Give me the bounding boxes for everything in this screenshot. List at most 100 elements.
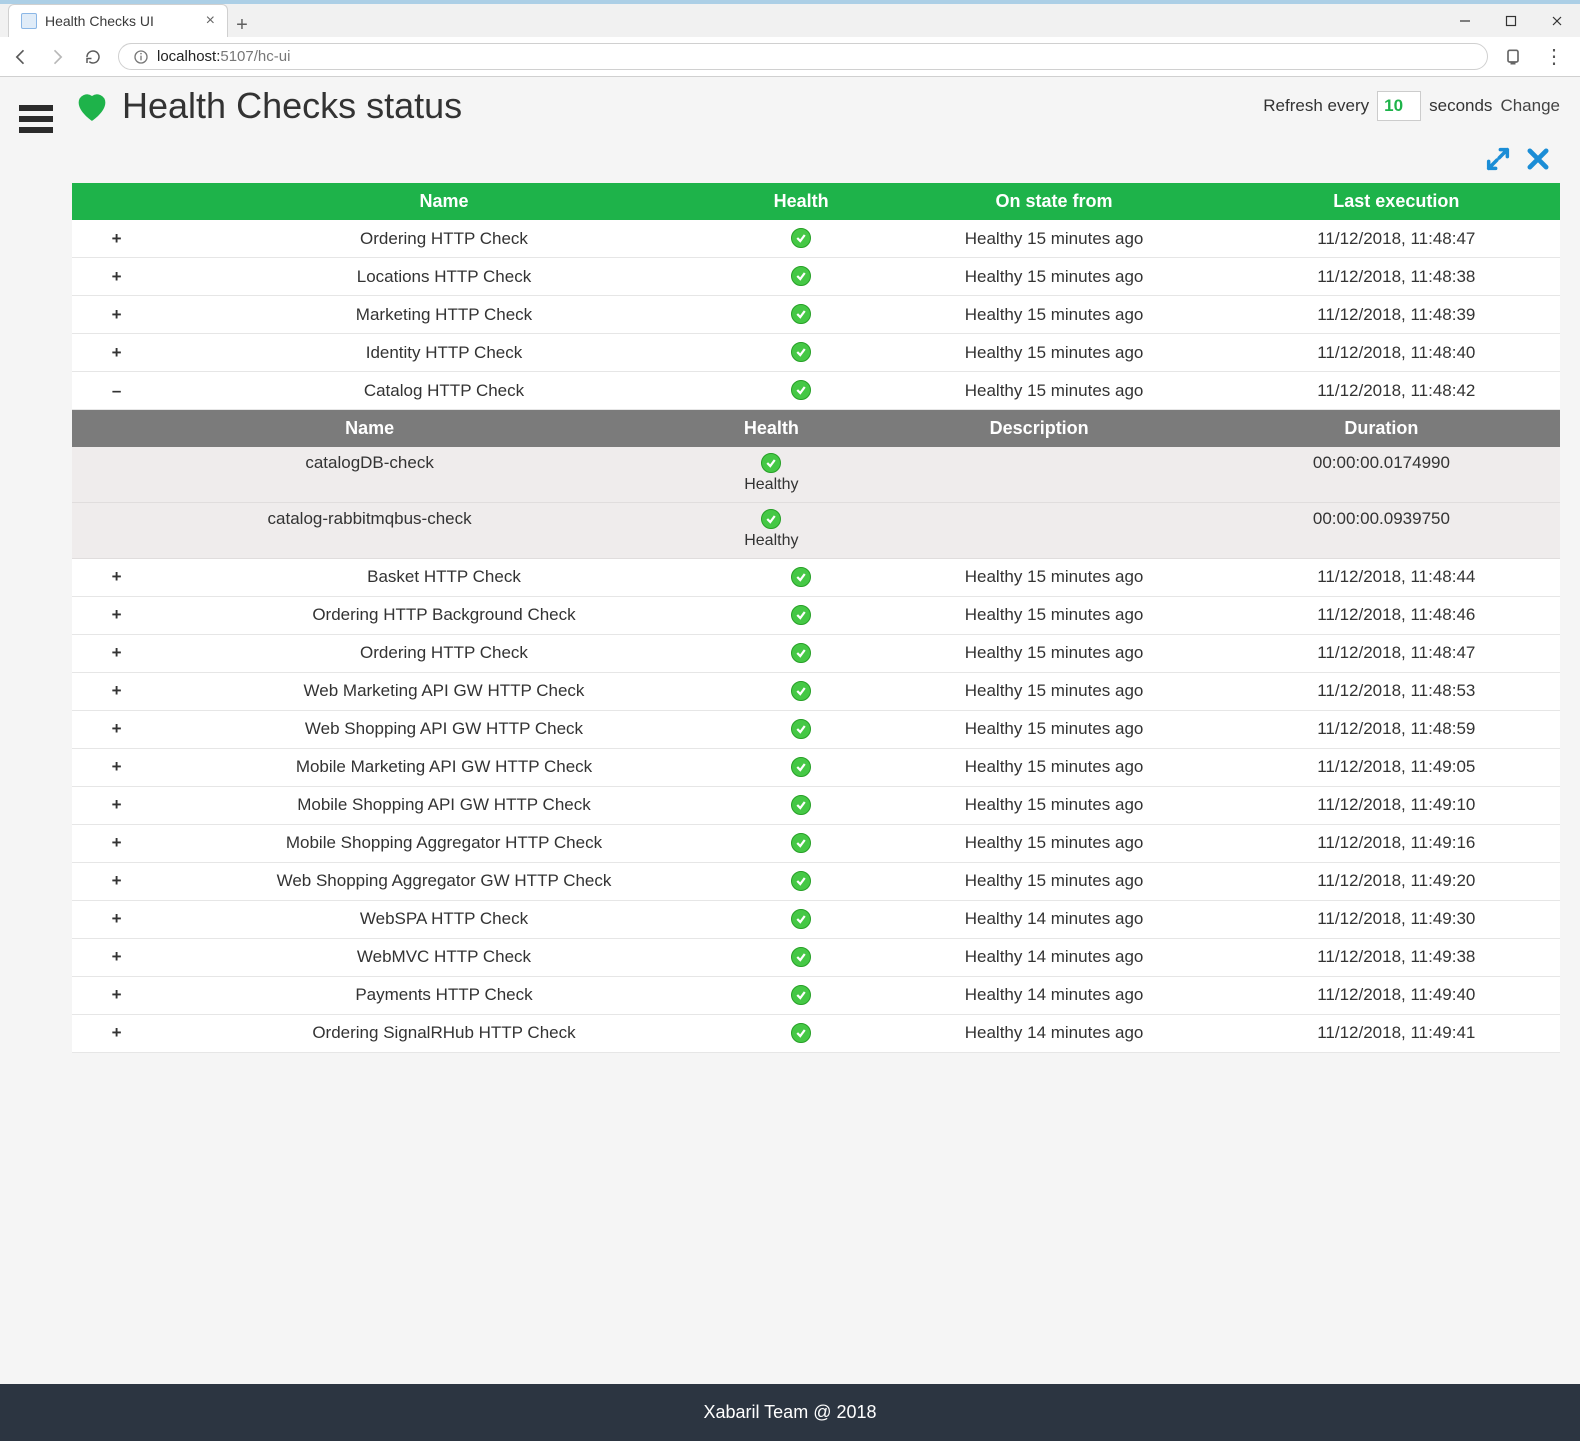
row-name: Web Shopping Aggregator GW HTTP Check	[161, 862, 726, 900]
table-row: +Ordering SignalRHub HTTP CheckHealthy 1…	[72, 1014, 1560, 1052]
window-maximize-button[interactable]	[1488, 5, 1534, 37]
row-health	[727, 258, 876, 296]
titlebar: Health Checks UI × +	[0, 0, 1580, 37]
healthy-icon	[791, 1023, 811, 1043]
expand-toggle[interactable]: –	[72, 372, 161, 410]
refresh-interval-input[interactable]	[1377, 91, 1421, 121]
forward-button[interactable]	[46, 46, 68, 68]
row-last: 11/12/2018, 11:48:39	[1233, 296, 1560, 334]
row-health	[727, 862, 876, 900]
row-last: 11/12/2018, 11:49:05	[1233, 748, 1560, 786]
row-health	[727, 1014, 876, 1052]
row-last: 11/12/2018, 11:48:59	[1233, 710, 1560, 748]
table-row: +Payments HTTP CheckHealthy 14 minutes a…	[72, 976, 1560, 1014]
row-state: Healthy 15 minutes ago	[876, 559, 1233, 597]
healthy-icon	[791, 643, 811, 663]
row-state: Healthy 15 minutes ago	[876, 258, 1233, 296]
sub-table-header: NameHealthDescriptionDuration	[72, 410, 1560, 447]
row-state: Healthy 15 minutes ago	[876, 824, 1233, 862]
url-path: 5107/hc-ui	[220, 48, 290, 65]
expand-toggle[interactable]: +	[72, 824, 161, 862]
expand-toggle[interactable]: +	[72, 296, 161, 334]
row-name: Mobile Shopping Aggregator HTTP Check	[161, 824, 726, 862]
expand-toggle[interactable]: +	[72, 748, 161, 786]
expand-toggle[interactable]: +	[72, 634, 161, 672]
refresh-label: Refresh every	[1263, 96, 1369, 116]
back-button[interactable]	[10, 46, 32, 68]
address-bar[interactable]: localhost:5107/hc-ui	[118, 43, 1488, 70]
expand-toggle[interactable]: +	[72, 710, 161, 748]
browser-menu-button[interactable]: ⋮	[1538, 44, 1570, 69]
favicon-icon	[21, 13, 37, 29]
row-name: WebMVC HTTP Check	[161, 938, 726, 976]
browser-chrome: Health Checks UI × + localhost:5107/hc-u…	[0, 0, 1580, 77]
expand-toggle[interactable]: +	[72, 596, 161, 634]
row-health	[727, 938, 876, 976]
sub-row-description	[876, 447, 1203, 502]
sub-row-name: catalog-rabbitmqbus-check	[72, 502, 667, 558]
healthy-icon	[791, 304, 811, 324]
table-row: +Web Shopping API GW HTTP CheckHealthy 1…	[72, 710, 1560, 748]
row-health	[727, 634, 876, 672]
expand-toggle[interactable]: +	[72, 334, 161, 372]
expand-toggle[interactable]: +	[72, 938, 161, 976]
extension-icon[interactable]	[1502, 46, 1524, 68]
col-last: Last execution	[1233, 183, 1560, 220]
refresh-change-button[interactable]: Change	[1500, 96, 1560, 116]
sub-table-row: catalog-rabbitmqbus-checkHealthy00:00:00…	[72, 502, 1560, 558]
reload-button[interactable]	[82, 46, 104, 68]
healthy-icon	[791, 605, 811, 625]
window-close-button[interactable]	[1534, 5, 1580, 37]
row-last: 11/12/2018, 11:48:38	[1233, 258, 1560, 296]
expand-toggle[interactable]: +	[72, 672, 161, 710]
row-last: 11/12/2018, 11:49:20	[1233, 862, 1560, 900]
expand-toggle[interactable]: +	[72, 976, 161, 1014]
expand-icon[interactable]	[1484, 145, 1512, 173]
expand-toggle[interactable]: +	[72, 1014, 161, 1052]
row-state: Healthy 15 minutes ago	[876, 786, 1233, 824]
content-area: Health Checks status Refresh every secon…	[72, 77, 1580, 1384]
col-toggle	[72, 183, 161, 220]
row-last: 11/12/2018, 11:48:40	[1233, 334, 1560, 372]
table-row: +WebMVC HTTP CheckHealthy 14 minutes ago…	[72, 938, 1560, 976]
table-row: +Web Marketing API GW HTTP CheckHealthy …	[72, 672, 1560, 710]
browser-tab[interactable]: Health Checks UI ×	[8, 4, 228, 37]
sidebar-toggle[interactable]	[0, 77, 72, 1384]
expand-toggle[interactable]: +	[72, 862, 161, 900]
table-row: +Identity HTTP CheckHealthy 15 minutes a…	[72, 334, 1560, 372]
address-bar-row: localhost:5107/hc-ui ⋮	[0, 37, 1580, 76]
expand-toggle[interactable]: +	[72, 258, 161, 296]
row-health	[727, 372, 876, 410]
table-row: –Catalog HTTP CheckHealthy 15 minutes ag…	[72, 372, 1560, 410]
row-state: Healthy 14 minutes ago	[876, 1014, 1233, 1052]
page-title: Health Checks status	[122, 85, 462, 127]
col-health: Health	[727, 183, 876, 220]
sub-col-name: Name	[72, 410, 667, 447]
window-minimize-button[interactable]	[1442, 5, 1488, 37]
row-last: 11/12/2018, 11:48:53	[1233, 672, 1560, 710]
row-last: 11/12/2018, 11:49:10	[1233, 786, 1560, 824]
row-health	[727, 559, 876, 597]
col-state: On state from	[876, 183, 1233, 220]
expand-toggle[interactable]: +	[72, 786, 161, 824]
expand-toggle[interactable]: +	[72, 220, 161, 258]
row-last: 11/12/2018, 11:48:44	[1233, 559, 1560, 597]
row-last: 11/12/2018, 11:49:41	[1233, 1014, 1560, 1052]
table-row: +Mobile Shopping Aggregator HTTP Check He…	[72, 824, 1560, 862]
close-panel-icon[interactable]	[1524, 145, 1552, 173]
row-last: 11/12/2018, 11:48:46	[1233, 596, 1560, 634]
close-tab-icon[interactable]: ×	[206, 13, 215, 29]
row-last: 11/12/2018, 11:48:47	[1233, 220, 1560, 258]
row-health	[727, 786, 876, 824]
row-state: Healthy 15 minutes ago	[876, 334, 1233, 372]
healthchecks-table: Name Health On state from Last execution…	[72, 183, 1560, 1053]
refresh-controls: Refresh every seconds Change	[1263, 91, 1560, 121]
table-row: +Marketing HTTP CheckHealthy 15 minutes …	[72, 296, 1560, 334]
expand-toggle[interactable]: +	[72, 559, 161, 597]
table-row: +WebSPA HTTP CheckHealthy 14 minutes ago…	[72, 900, 1560, 938]
new-tab-button[interactable]: +	[228, 14, 256, 37]
page-body: Health Checks status Refresh every secon…	[0, 77, 1580, 1384]
expand-toggle[interactable]: +	[72, 900, 161, 938]
healthy-icon	[791, 833, 811, 853]
sub-row-duration: 00:00:00.0174990	[1203, 447, 1560, 502]
